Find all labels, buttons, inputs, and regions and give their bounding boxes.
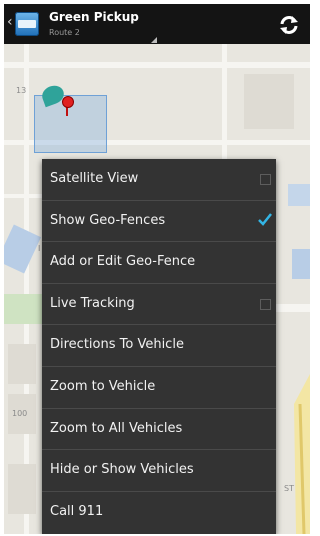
checkmark-icon[interactable] <box>257 211 273 227</box>
menu-item-zoom-to-vehicle[interactable]: Zoom to Vehicle <box>42 367 276 409</box>
phone-screen: ‹ Green Pickup Route 2 13 I 100 ST Satel… <box>4 4 310 534</box>
map-label: ST <box>284 484 294 493</box>
map-label: 13 <box>16 86 27 95</box>
satellite-view-checkbox[interactable] <box>260 174 271 185</box>
menu-item-add-edit-geo-fence[interactable]: Add or Edit Geo-Fence <box>42 242 276 284</box>
route-subtitle[interactable]: Route 2 <box>49 28 80 37</box>
map-label: 100 <box>12 409 28 418</box>
vehicle-title[interactable]: Green Pickup <box>49 10 139 24</box>
menu-item-label: Live Tracking <box>50 295 135 311</box>
menu-item-label: Call 911 <box>50 503 104 519</box>
menu-item-label: Zoom to Vehicle <box>50 378 156 394</box>
back-chevron-icon[interactable]: ‹ <box>7 15 13 29</box>
menu-item-call-911[interactable]: Call 911 <box>42 492 276 534</box>
menu-item-zoom-to-all-vehicles[interactable]: Zoom to All Vehicles <box>42 409 276 451</box>
menu-item-satellite-view[interactable]: Satellite View <box>42 159 276 201</box>
live-tracking-checkbox[interactable] <box>260 298 271 310</box>
location-pin-icon[interactable] <box>62 96 74 108</box>
vehicle-app-icon[interactable] <box>15 12 39 36</box>
menu-item-label: Add or Edit Geo-Fence <box>50 254 196 270</box>
menu-item-label: Zoom to All Vehicles <box>50 420 183 436</box>
map-label: I <box>38 244 41 253</box>
menu-item-directions-to-vehicle[interactable]: Directions To Vehicle <box>42 325 276 367</box>
menu-item-label: Hide or Show Vehicles <box>50 462 194 478</box>
menu-item-hide-show-vehicles[interactable]: Hide or Show Vehicles <box>42 450 276 492</box>
menu-item-show-geo-fences[interactable]: Show Geo-Fences <box>42 201 276 243</box>
action-bar: ‹ Green Pickup Route 2 <box>4 4 310 44</box>
menu-item-label: Satellite View <box>50 171 139 186</box>
menu-item-label: Directions To Vehicle <box>50 337 184 353</box>
menu-item-label: Show Geo-Fences <box>50 212 166 228</box>
spinner-indicator-icon[interactable] <box>151 37 157 43</box>
overflow-menu: Satellite View Show Geo-Fences Add or Ed… <box>42 159 276 534</box>
menu-item-live-tracking[interactable]: Live Tracking <box>42 284 276 326</box>
refresh-icon[interactable] <box>278 15 300 35</box>
